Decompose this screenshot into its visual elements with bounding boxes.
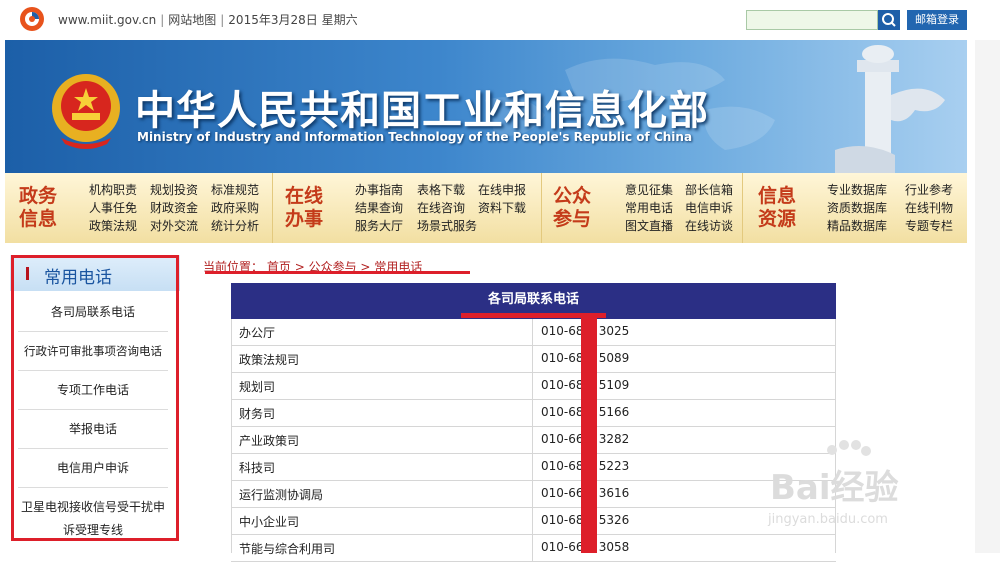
nav-link[interactable]: 资质数据库 [827, 199, 887, 217]
table-row: 节能与综合利用司 010-66 3058 [231, 535, 836, 562]
search-button[interactable] [878, 10, 900, 30]
nav-head-info-resources[interactable]: 信息 资源 [750, 185, 804, 231]
nav-col: 规划投资 财政资金 对外交流 [150, 181, 198, 235]
nav-col: 机构职责 人事任免 政策法规 [89, 181, 137, 235]
top-utility-bar: www.miit.gov.cn | 网站地图 | 2015年3月28日 星期六 邮箱登录 [0, 0, 1000, 38]
nav-link[interactable]: 在线刊物 [905, 199, 953, 217]
nav-head-public-participation[interactable]: 公众 参与 [545, 185, 599, 231]
table-row: 规划司 010-68 5109 [231, 373, 836, 400]
nav-link[interactable]: 在线申报 [478, 181, 526, 199]
nav-link[interactable]: 人事任免 [89, 199, 137, 217]
dept-name: 节能与综合利用司 [239, 542, 336, 556]
dept-name: 产业政策司 [239, 434, 300, 448]
huabiao-pillar-graphic [835, 45, 945, 173]
nav-col: 专业数据库 资质数据库 精品数据库 [827, 181, 887, 235]
nav-link[interactable]: 专题专栏 [905, 217, 953, 235]
nav-link[interactable]: 场景式服务 [417, 217, 477, 235]
main-nav: 政务 信息 机构职责 人事任免 政策法规 规划投资 财政资金 对外交流 标准规范 … [5, 173, 967, 243]
nav-link[interactable]: 规划投资 [150, 181, 198, 199]
nav-col: 表格下载 在线咨询 场景式服务 [417, 181, 477, 235]
nav-head-gov-info[interactable]: 政务 信息 [11, 185, 65, 231]
nav-head-online-service[interactable]: 在线 办事 [277, 185, 331, 231]
dept-name: 运行监测协调局 [239, 488, 324, 502]
nav-link[interactable]: 常用电话 [625, 199, 673, 217]
table-row: 政策法规司 010-68 5089 [231, 346, 836, 373]
nav-link[interactable]: 办事指南 [355, 181, 403, 199]
table-row: 财务司 010-68 5166 [231, 400, 836, 427]
nav-link[interactable]: 政府采购 [211, 199, 259, 217]
nav-link[interactable]: 资料下载 [478, 199, 526, 217]
table-row: 运行监测协调局 010-66 3616 [231, 481, 836, 508]
site-url[interactable]: www.miit.gov.cn [58, 13, 156, 27]
nav-link[interactable]: 政策法规 [89, 217, 137, 235]
nav-group-gov-info: 政务 信息 机构职责 人事任免 政策法规 规划投资 财政资金 对外交流 标准规范 … [11, 173, 271, 243]
search-icon [882, 13, 896, 27]
nav-link[interactable]: 电信申诉 [685, 199, 733, 217]
nav-link[interactable]: 机构职责 [89, 181, 137, 199]
dept-name: 规划司 [239, 380, 276, 394]
nav-link[interactable]: 部长信箱 [685, 181, 733, 199]
miit-logo-icon [20, 7, 44, 31]
table-row: 科技司 010-68 5223 [231, 454, 836, 481]
nav-link[interactable]: 标准规范 [211, 181, 259, 199]
nav-link[interactable]: 在线咨询 [417, 199, 477, 217]
nav-group-public-participation: 公众 参与 意见征集 常用电话 图文直播 部长信箱 电信申诉 在线访谈 [545, 173, 740, 243]
nav-group-online-service: 在线 办事 办事指南 结果查询 服务大厅 表格下载 在线咨询 场景式服务 在线申报… [277, 173, 539, 243]
nav-col: 行业参考 在线刊物 专题专栏 [905, 181, 953, 235]
nav-link[interactable]: 对外交流 [150, 217, 198, 235]
dept-name: 办公厅 [239, 326, 276, 340]
nav-divider [742, 173, 743, 243]
table-row: 产业政策司 010-66 3282 [231, 427, 836, 454]
table-row: 中小企业司 010-68 5326 [231, 508, 836, 535]
national-emblem-icon [52, 74, 120, 149]
nav-link[interactable]: 表格下载 [417, 181, 477, 199]
nav-link[interactable]: 图文直播 [625, 217, 673, 235]
dept-name: 政策法规司 [239, 353, 300, 367]
nav-col: 标准规范 政府采购 统计分析 [211, 181, 259, 235]
sitemap-link[interactable]: 网站地图 [168, 13, 216, 27]
annotation-underline [205, 271, 470, 274]
nav-divider [541, 173, 542, 243]
site-banner: 中华人民共和国工业和信息化部 Ministry of Industry and … [5, 40, 967, 173]
nav-divider [272, 173, 273, 243]
dept-name: 科技司 [239, 461, 276, 475]
nav-link[interactable]: 服务大厅 [355, 217, 403, 235]
current-date: 2015年3月28日 [228, 13, 318, 27]
mail-login-button[interactable]: 邮箱登录 [907, 10, 967, 30]
watermark-main: Bai经验 [770, 468, 899, 508]
annotation-red-box [11, 255, 179, 541]
current-weekday: 星期六 [321, 13, 358, 27]
nav-link[interactable]: 行业参考 [905, 181, 953, 199]
department-phone-table: 各司局联系电话 办公厅 010-68 3025 政策法规司 010-68 5089 … [231, 283, 836, 562]
nav-link[interactable]: 精品数据库 [827, 217, 887, 235]
top-info: www.miit.gov.cn | 网站地图 | 2015年3月28日 星期六 [58, 13, 358, 27]
annotation-vertical-bar [581, 318, 597, 553]
nav-col: 部长信箱 电信申诉 在线访谈 [685, 181, 733, 235]
nav-col: 在线申报 资料下载 [478, 181, 526, 217]
nav-link[interactable]: 专业数据库 [827, 181, 887, 199]
ministry-title-cn: 中华人民共和国工业和信息化部 [135, 87, 709, 134]
ministry-title-en: Ministry of Industry and Information Tec… [137, 130, 693, 144]
nav-col: 意见征集 常用电话 图文直播 [625, 181, 673, 235]
nav-group-info-resources: 信息 资源 专业数据库 资质数据库 精品数据库 行业参考 在线刊物 专题专栏 [750, 173, 965, 243]
nav-col: 办事指南 结果查询 服务大厅 [355, 181, 403, 235]
dept-name: 中小企业司 [239, 515, 300, 529]
page-right-margin [975, 40, 1000, 553]
table-row: 办公厅 010-68 3025 [231, 319, 836, 346]
search-input[interactable] [746, 10, 878, 30]
nav-link[interactable]: 在线访谈 [685, 217, 733, 235]
watermark-sub: jingyan.baidu.com [768, 512, 888, 527]
nav-link[interactable]: 统计分析 [211, 217, 259, 235]
baidu-jingyan-watermark: Bai经验 jingyan.baidu.com [760, 440, 970, 540]
nav-link[interactable]: 意见征集 [625, 181, 673, 199]
dept-name: 财务司 [239, 407, 276, 421]
nav-link[interactable]: 财政资金 [150, 199, 198, 217]
nav-link[interactable]: 结果查询 [355, 199, 403, 217]
